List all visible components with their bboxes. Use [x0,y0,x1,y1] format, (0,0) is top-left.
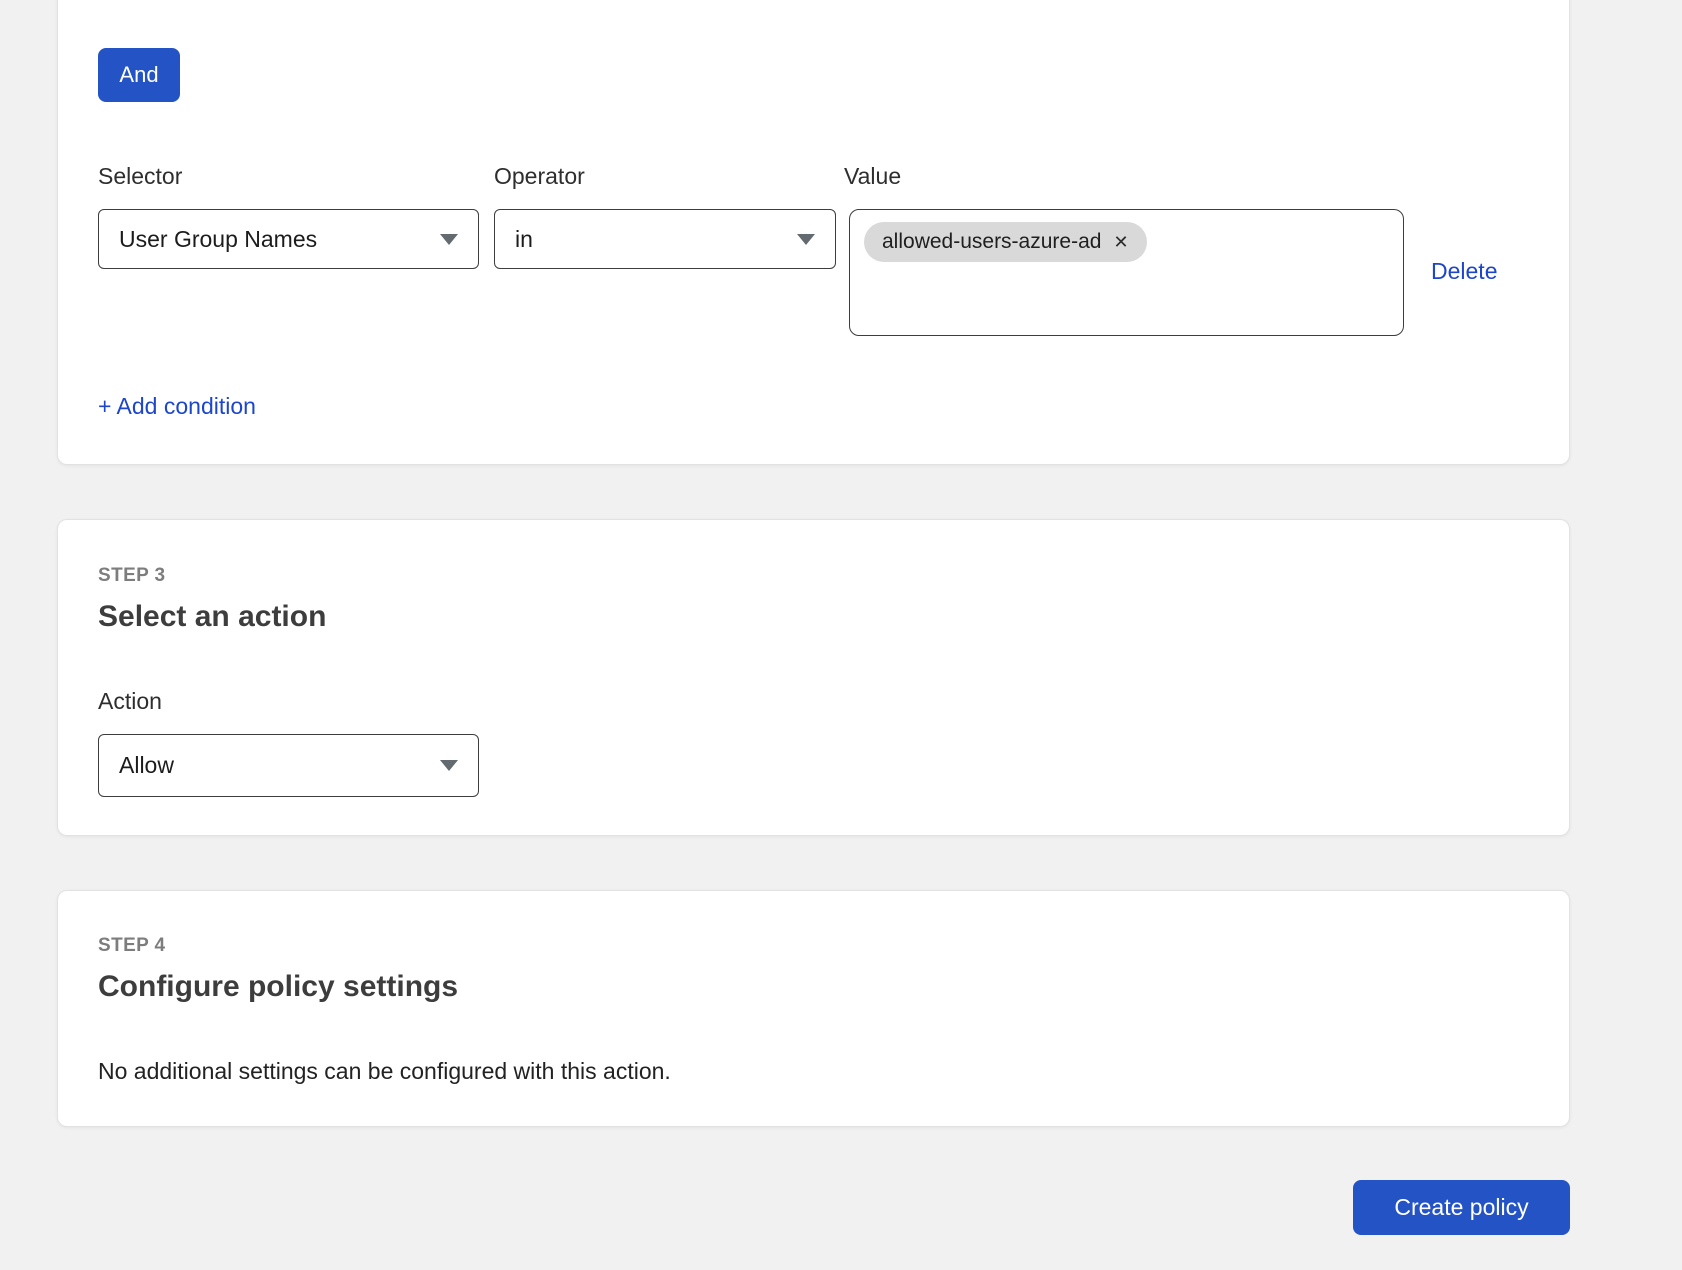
selector-dropdown-value: User Group Names [119,226,317,253]
no-settings-note: No additional settings can be configured… [98,1057,671,1085]
step4-eyebrow: STEP 4 [98,934,166,957]
selector-dropdown[interactable]: User Group Names [98,209,479,269]
step3-eyebrow: STEP 3 [98,564,166,587]
add-condition-link[interactable]: + Add condition [98,392,256,420]
value-tag-text: allowed-users-azure-ad [882,230,1101,254]
chevron-down-icon [797,234,815,245]
step3-card: STEP 3 Select an action Action Allow [57,519,1570,836]
operator-label: Operator [494,163,585,190]
value-tag: allowed-users-azure-ad ✕ [864,222,1147,262]
create-policy-button[interactable]: Create policy [1353,1180,1570,1235]
remove-tag-icon[interactable]: ✕ [1113,233,1128,251]
operator-dropdown[interactable]: in [494,209,836,269]
operator-dropdown-value: in [515,226,533,253]
chevron-down-icon [440,234,458,245]
action-dropdown[interactable]: Allow [98,734,479,797]
value-multiselect-input[interactable]: allowed-users-azure-ad ✕ [849,209,1404,336]
step4-title: Configure policy settings [98,969,458,1005]
value-label: Value [844,163,901,190]
step4-card: STEP 4 Configure policy settings No addi… [57,890,1570,1127]
policy-builder-page: And Selector Operator Value User Group N… [0,0,1682,1270]
chevron-down-icon [440,760,458,771]
and-operator-button[interactable]: And [98,48,180,102]
step3-title: Select an action [98,599,326,635]
delete-condition-link[interactable]: Delete [1431,257,1497,285]
action-dropdown-value: Allow [119,752,174,779]
action-label: Action [98,688,162,715]
selector-label: Selector [98,163,182,190]
condition-card: And Selector Operator Value User Group N… [57,0,1570,465]
